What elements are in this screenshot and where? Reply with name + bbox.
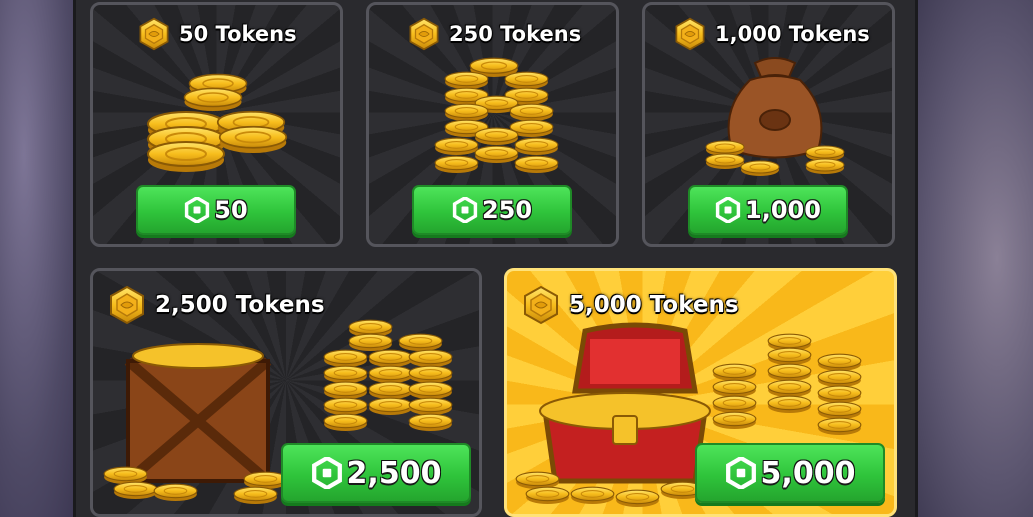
pack-card-250[interactable]: 250 Tokens 250 [366,2,619,247]
buy-button[interactable]: 50 [136,185,296,235]
pack-title: 2,500 Tokens [107,285,325,325]
pack-title: 50 Tokens [137,17,297,51]
token-icon [137,17,171,51]
coin-bag-art [705,57,845,176]
token-icon [407,17,441,51]
background-right [913,0,1033,517]
coin-stack-medium-art [434,57,559,173]
pack-title: 5,000 Tokens [521,285,739,325]
robux-icon [725,457,757,489]
pack-card-1000[interactable]: 1,000 Tokens 1,000 [642,2,895,247]
coin-stack-small-art [147,73,288,172]
token-icon [521,285,561,325]
pack-card-50[interactable]: 50 Tokens 50 [90,2,343,247]
buy-button[interactable]: 1,000 [688,185,848,235]
pack-card-5000[interactable]: 5,000 Tokens 5,000 [504,268,897,517]
buy-button[interactable]: 5,000 [695,443,885,503]
pack-title: 250 Tokens [407,17,581,51]
background-left [0,0,80,517]
token-icon [107,285,147,325]
pack-card-2500[interactable]: 2,500 Tokens 2,500 [90,268,482,517]
coin-stack-art [323,319,453,431]
pack-title: 1,000 Tokens [673,17,870,51]
buy-button[interactable]: 2,500 [281,443,471,503]
coin-crate-art [103,343,288,504]
robux-icon [452,197,478,223]
coin-stack-art [712,333,862,435]
token-icon [673,17,707,51]
robux-icon [184,197,210,223]
robux-icon [311,457,343,489]
robux-icon [715,197,741,223]
buy-button[interactable]: 250 [412,185,572,235]
